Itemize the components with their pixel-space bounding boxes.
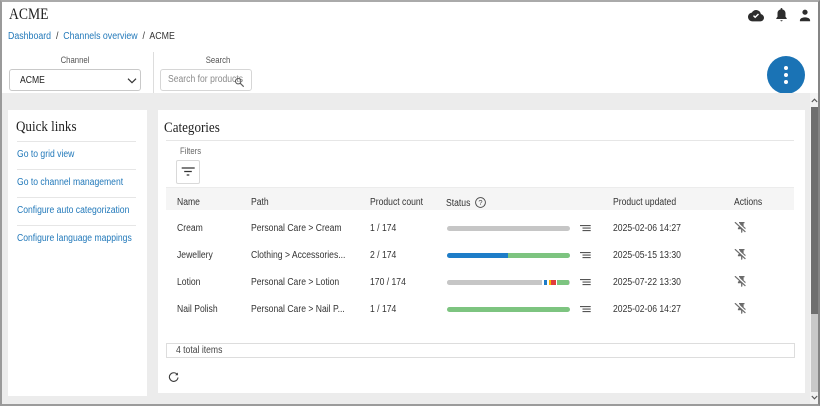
svg-text:?: ? xyxy=(478,198,482,207)
